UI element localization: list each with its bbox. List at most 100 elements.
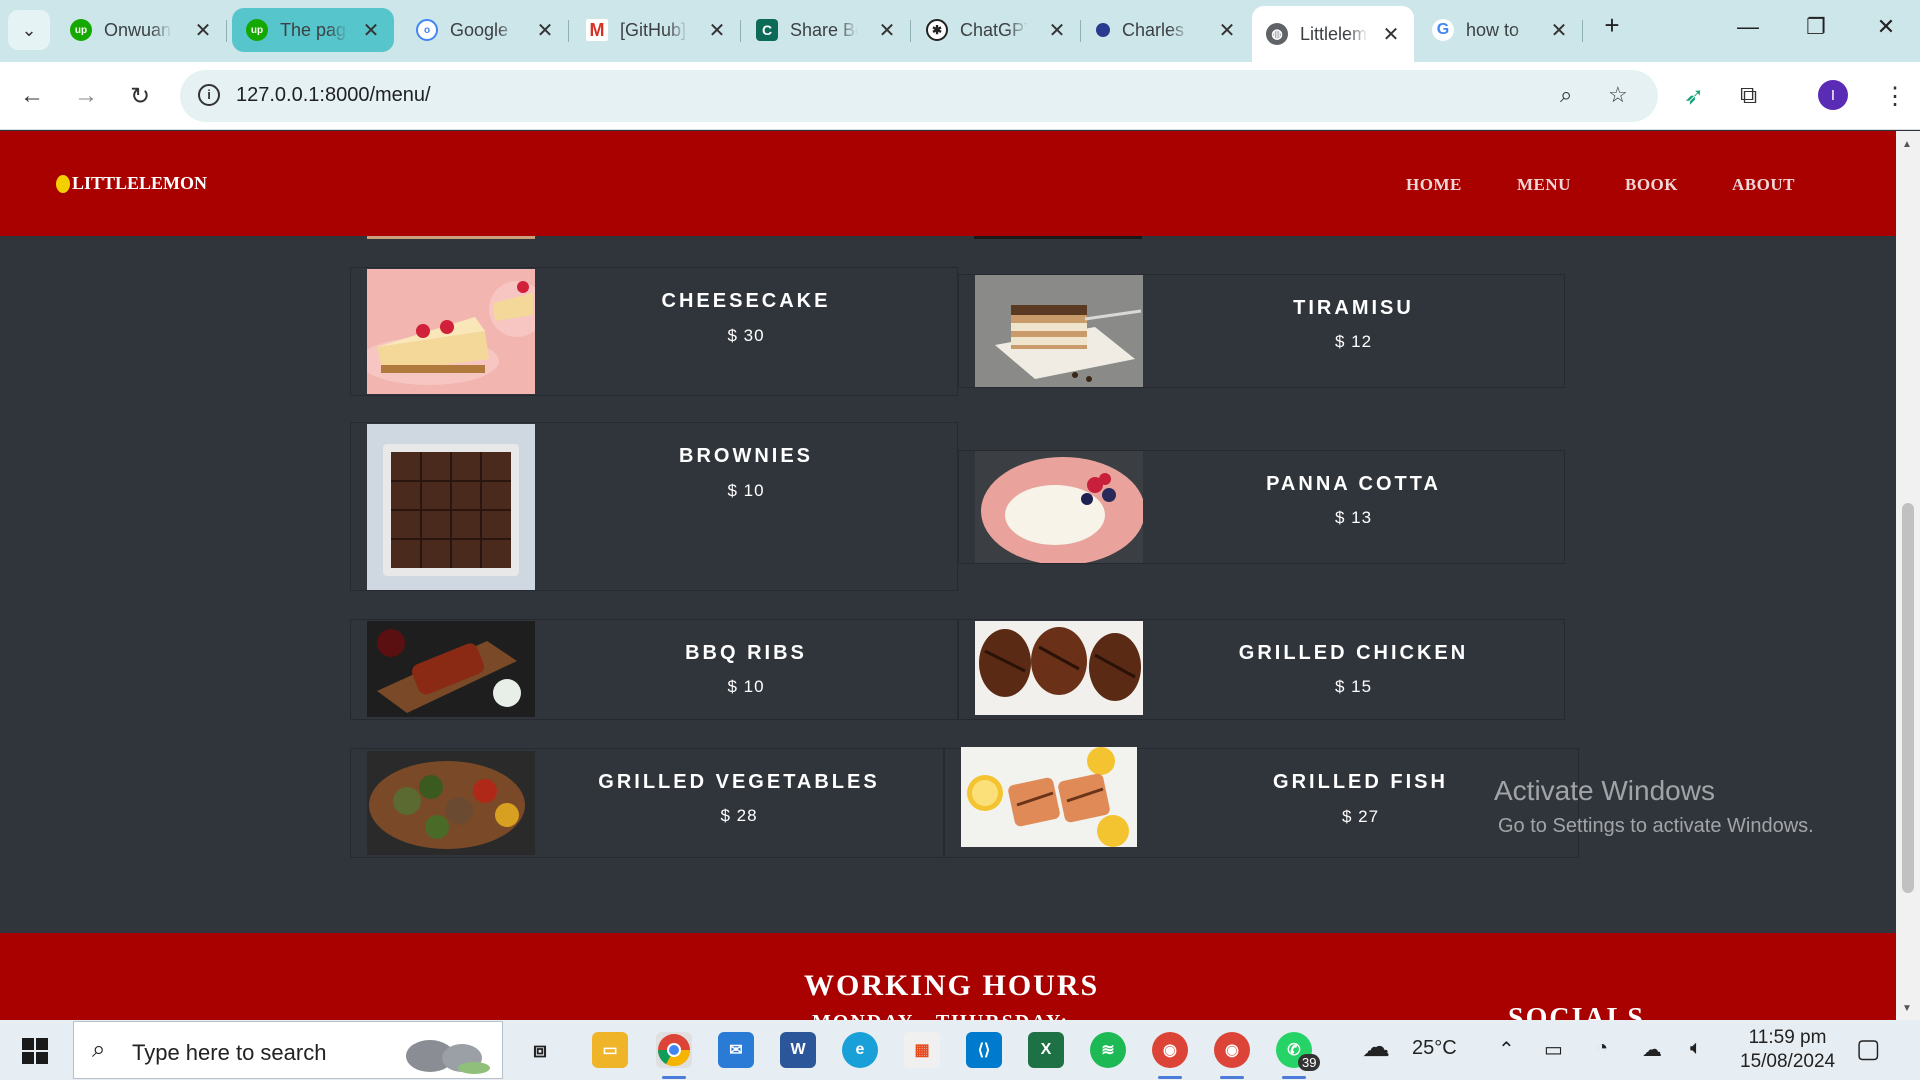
working-days-text: MONDAY - THURSDAY: (812, 1011, 1069, 1020)
nav-about[interactable]: ABOUT (1732, 175, 1795, 195)
tab-how-to[interactable]: G how to ✕ (1418, 8, 1583, 52)
watermark-title: Activate Windows (1494, 775, 1715, 806)
bbq-ribs-image (367, 621, 535, 717)
battery-icon[interactable]: ▭ (1544, 1037, 1563, 1062)
menu-card-bbq-ribs[interactable]: BBQ RIBS $ 10 (350, 619, 958, 720)
notifications-icon[interactable]: ▢ (1856, 1033, 1881, 1064)
excel-icon[interactable]: X (1028, 1032, 1064, 1068)
tray-chevron-icon[interactable]: ⌃ (1498, 1037, 1515, 1062)
tab-charles[interactable]: Charles ✕ (1082, 8, 1250, 52)
tab-littlelemon[interactable]: ◍ Littlelemon ✕ (1252, 6, 1414, 62)
grilled-fish-image (961, 747, 1137, 847)
menu-card-cheesecake[interactable]: CHEESECAKE $ 30 (350, 267, 958, 396)
taskbar-search-box[interactable]: ⌕ Type here to search (73, 1021, 503, 1079)
more-menu-icon[interactable]: ⋮ (1883, 82, 1907, 111)
close-tab-icon[interactable]: ✕ (192, 18, 214, 43)
restore-icon[interactable]: ❐ (1796, 14, 1836, 40)
bookmark-star-icon[interactable]: ☆ (1608, 82, 1628, 108)
tab-share[interactable]: C Share Bo ✕ (742, 8, 911, 52)
site-logo[interactable]: LITTLELEMON (56, 173, 207, 194)
vscode-icon[interactable]: ⟨⟩ (966, 1032, 1002, 1068)
address-bar[interactable]: i 127.0.0.1:8000/menu/ ⌕ ☆ (180, 70, 1658, 122)
menu-card-grilled-chicken[interactable]: GRILLED CHICKEN $ 15 (958, 619, 1565, 720)
site-footer: WORKING HOURS MONDAY - THURSDAY: SOCIALS (0, 933, 1896, 1020)
clock-time: 11:59 pm (1748, 1027, 1827, 1048)
reload-icon[interactable]: ↻ (122, 78, 158, 114)
scroll-up-icon[interactable]: ▲ (1902, 139, 1912, 150)
menu-card-panna-cotta[interactable]: PANNA COTTA $ 13 (958, 450, 1565, 564)
close-window-icon[interactable]: ✕ (1866, 14, 1906, 40)
logo-text: LITTLELEMON (72, 173, 208, 193)
search-placeholder: Type here to search (132, 1040, 327, 1065)
search-icon: ⌕ (92, 1036, 106, 1063)
upwork-icon: up (246, 19, 268, 41)
tab-search-button[interactable]: ⌄ (8, 10, 50, 50)
tab-label: The page (280, 19, 348, 40)
spotify-icon[interactable]: ≋ (1090, 1032, 1126, 1068)
menu-card-grilled-vegetables[interactable]: GRILLED VEGETABLES $ 28 (350, 748, 944, 858)
page-scrollbar[interactable]: ▲ ▼ (1896, 131, 1920, 1020)
item-name: BBQ RIBS (685, 642, 807, 664)
chrome-profile-icon[interactable]: ◉ (1152, 1032, 1188, 1079)
nav-home[interactable]: HOME (1406, 175, 1462, 195)
microsoft-store-icon[interactable]: ▦ (904, 1032, 940, 1068)
menu-card-grilled-fish[interactable]: GRILLED FISH $ 27 (944, 747, 1579, 858)
panna-cotta-image (975, 451, 1143, 563)
tab-onwuanaku[interactable]: up Onwuanaku ✕ (56, 8, 227, 52)
close-tab-icon[interactable]: ✕ (1380, 22, 1402, 47)
site-info-icon[interactable]: i (198, 84, 220, 106)
temperature-text[interactable]: 25°C (1412, 1037, 1457, 1060)
menu-card-tiramisu[interactable]: TIRAMISU $ 12 (958, 274, 1565, 388)
word-icon[interactable]: W (780, 1032, 816, 1068)
close-tab-icon[interactable]: ✕ (534, 18, 556, 43)
edge-icon[interactable]: e (842, 1032, 878, 1068)
task-view-icon[interactable]: ⧈ (522, 1032, 558, 1068)
onedrive-icon[interactable]: ☁ (1642, 1037, 1662, 1062)
minimize-icon[interactable]: — (1728, 14, 1768, 40)
nav-menu[interactable]: MENU (1517, 175, 1571, 195)
file-explorer-icon[interactable]: ▭ (592, 1032, 628, 1068)
url-text[interactable]: 127.0.0.1:8000/menu/ (236, 84, 431, 107)
extension-bird-icon[interactable]: ➶ (1684, 82, 1704, 111)
tab-label: [GitHub] (620, 19, 687, 40)
nav-book[interactable]: BOOK (1625, 175, 1678, 195)
chrome-profile-2-icon[interactable]: ◉ (1214, 1032, 1250, 1079)
close-tab-icon[interactable]: ✕ (1216, 18, 1238, 43)
forward-icon[interactable]: → (68, 78, 104, 114)
tab-github-mail[interactable]: M [GitHub] ✕ (572, 8, 741, 52)
tab-label: Share Bo (790, 19, 858, 40)
tab-the-page[interactable]: up The page ✕ (232, 8, 394, 52)
zoom-icon[interactable]: ⌕ (1560, 82, 1572, 108)
item-price: $ 28 (720, 806, 758, 825)
scrollbar-thumb[interactable] (1902, 503, 1914, 893)
extensions-puzzle-icon[interactable]: ⧉ (1740, 82, 1757, 110)
volume-icon[interactable]: 🔈︎ (1690, 1037, 1702, 1060)
watermark-subtitle: Go to Settings to activate Windows. (1498, 815, 1814, 837)
close-tab-icon[interactable]: ✕ (1548, 18, 1570, 43)
chrome-active-icon[interactable] (656, 1032, 692, 1079)
clock-date: 15/08/2024 (1740, 1051, 1836, 1072)
mail-icon[interactable]: ✉ (718, 1032, 754, 1068)
menu-card-brownies[interactable]: BROWNIES $ 10 (350, 422, 958, 591)
item-price: $ 13 (1334, 508, 1373, 527)
search-highlight-elephants-image (406, 1040, 490, 1074)
tab-chatgpt[interactable]: ✱ ChatGPT ✕ (912, 8, 1081, 52)
windows-start-icon[interactable] (22, 1038, 48, 1064)
browser-tab-strip: ⌄ up Onwuanaku ✕ up The page ✕ o Google … (0, 0, 1920, 62)
back-icon[interactable]: ← (14, 78, 50, 114)
item-name: TIRAMISU (1293, 297, 1414, 319)
close-tab-icon[interactable]: ✕ (876, 18, 898, 43)
weather-cloud-icon[interactable]: ☁ (1362, 1030, 1390, 1063)
grilled-vegetables-image (367, 751, 535, 855)
close-tab-icon[interactable]: ✕ (360, 18, 382, 43)
profile-avatar[interactable]: I (1818, 80, 1848, 110)
item-name: GRILLED CHICKEN (1238, 642, 1469, 664)
system-clock[interactable]: 11:59 pm 15/08/2024 (1740, 1026, 1835, 1074)
close-tab-icon[interactable]: ✕ (1046, 18, 1068, 43)
scroll-down-icon[interactable]: ▼ (1902, 1003, 1912, 1014)
tab-google[interactable]: o Google ✕ (402, 8, 569, 52)
close-tab-icon[interactable]: ✕ (706, 18, 728, 43)
tab-label: Littlelemon (1300, 23, 1368, 44)
wifi-icon[interactable]: ◔ (1596, 1037, 1608, 1060)
new-tab-icon[interactable]: + (1592, 10, 1632, 41)
